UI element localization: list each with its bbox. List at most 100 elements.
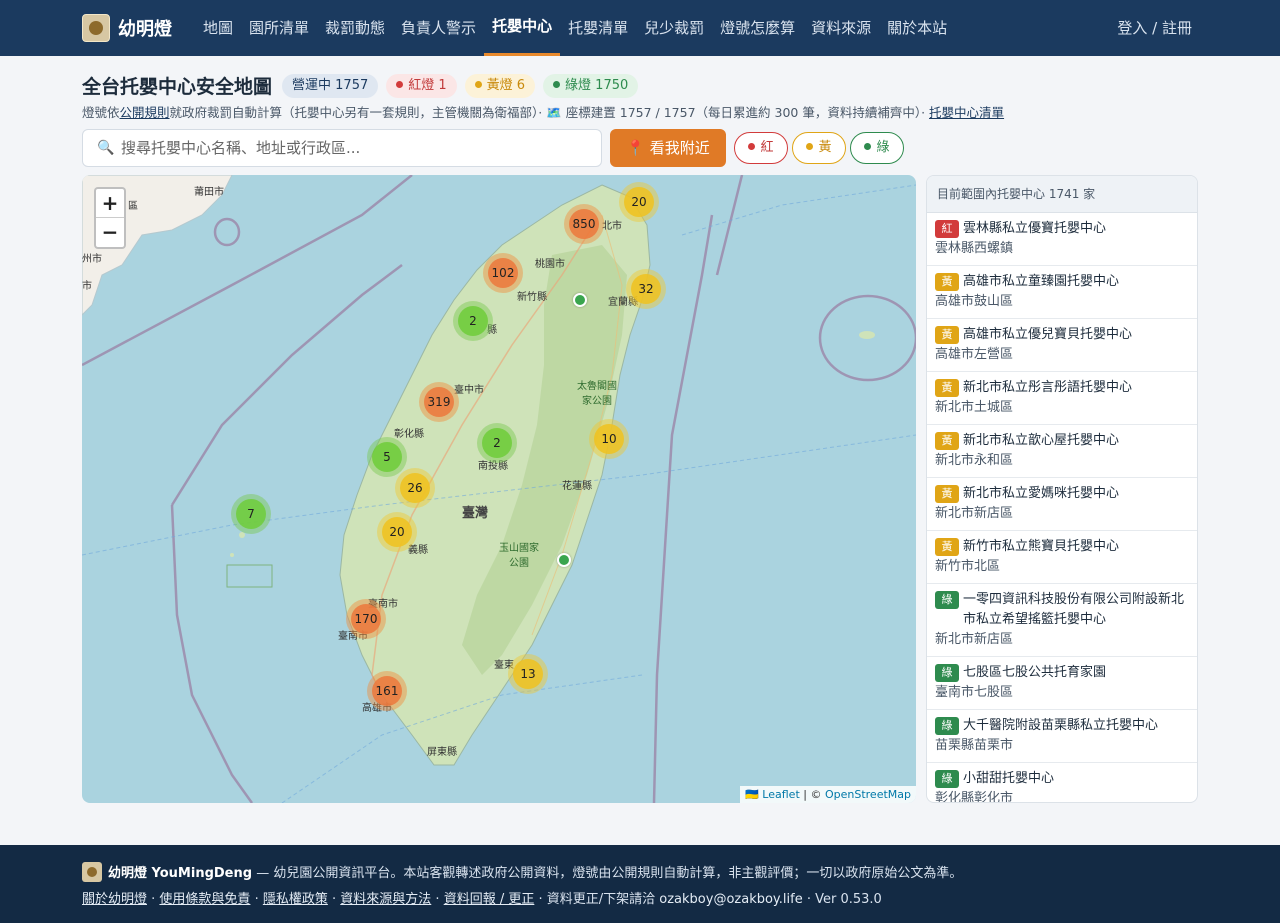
red-dot-icon	[396, 80, 404, 88]
nav-link-school-list[interactable]: 園所清單	[241, 0, 317, 56]
list-item-row: 黃新北市私立愛媽咪托嬰中心	[935, 484, 1189, 504]
light-badge: 黃	[935, 432, 959, 450]
list-item[interactable]: 黃高雄市私立優兒寶貝托嬰中心 高雄市左營區	[927, 319, 1197, 372]
map-cluster[interactable]: 7	[231, 494, 271, 534]
zoom-control: + −	[94, 187, 126, 249]
list-item[interactable]: 黃新北市私立彤言彤語托嬰中心 新北市土城區	[927, 372, 1197, 425]
map-cluster-count: 20	[624, 187, 654, 217]
list-item-row: 黃新竹市私立熊寶貝托嬰中心	[935, 537, 1189, 557]
subtitle-prefix: 燈號依	[82, 105, 120, 120]
search-input[interactable]	[121, 130, 591, 166]
map-cluster[interactable]: 319	[419, 382, 459, 422]
center-name: 高雄市私立童臻園托嬰中心	[963, 274, 1120, 289]
nav-link-daycare-list[interactable]: 托嬰清單	[560, 0, 636, 56]
map-cluster[interactable]: 20	[377, 512, 417, 552]
nav-link-owner-alerts[interactable]: 負責人警示	[393, 0, 484, 56]
list-item[interactable]: 黃新北市私立愛媽咪托嬰中心新北市新店區	[927, 478, 1197, 531]
footer-link-about[interactable]: 關於幼明燈	[82, 892, 147, 907]
map-cluster[interactable]: 850	[564, 204, 604, 244]
list-item-row: 綠小甜甜托嬰中心	[935, 769, 1189, 789]
nav-link-child-penalties[interactable]: 兒少裁罰	[636, 0, 712, 56]
nav-link-map[interactable]: 地圖	[195, 0, 241, 56]
list-item[interactable]: 綠大千醫院附設苗栗縣私立托嬰中心苗栗縣苗栗市	[927, 710, 1197, 763]
red-dot-icon	[748, 143, 756, 150]
center-name: 小甜甜托嬰中心	[963, 771, 1055, 786]
footer-logo	[82, 862, 102, 882]
map-view[interactable]: + − 莆田市 區 州市 市 北市 桃園市 新竹縣 宜蘭縣 縣 臺中市 彰化縣 …	[82, 175, 916, 803]
map-cluster[interactable]: 102	[483, 253, 523, 293]
center-area: 苗栗縣苗栗市	[935, 738, 1014, 753]
center-name: 新北市私立歆心屋托嬰中心	[963, 433, 1120, 448]
map-cluster[interactable]: 26	[395, 468, 435, 508]
footer-line-1: 幼明燈 YouMingDeng — 幼兒園公開資訊平台。本站客觀轉述政府公開資料…	[82, 862, 962, 882]
map-cluster-count: 20	[382, 517, 412, 547]
center-area: 新北市土城區	[935, 400, 1014, 415]
near-me-button[interactable]: 📍 看我附近	[610, 129, 726, 167]
list-item[interactable]: 綠一零四資訊科技股份有限公司附設新北市私立希望搖籃托嬰中心 新北市新店區	[927, 584, 1197, 657]
map-cluster[interactable]: 2	[477, 423, 517, 463]
footer-brand: 幼明燈 YouMingDeng	[108, 866, 253, 881]
map-cluster[interactable]: 10	[589, 419, 629, 459]
map-marker-green[interactable]	[557, 553, 571, 567]
map-cluster[interactable]: 2	[453, 301, 493, 341]
center-name: 七股區七股公共托育家園	[963, 665, 1107, 680]
map-cluster[interactable]: 32	[626, 269, 666, 309]
yellow-dot-icon	[474, 80, 482, 88]
list-item[interactable]: 綠七股區七股公共托育家園 臺南市七股區	[927, 657, 1197, 710]
brand-logo[interactable]	[82, 14, 110, 42]
leaflet-link[interactable]: 🇺🇦 Leaflet	[745, 788, 800, 801]
map-cluster[interactable]: 170	[346, 599, 386, 639]
list-item[interactable]: 黃新北市私立歆心屋托嬰中心新北市永和區	[927, 425, 1197, 478]
login-register-link[interactable]: 登入 / 註冊	[1117, 0, 1192, 56]
footer-link-terms[interactable]: 使用條款與免責	[159, 892, 250, 907]
center-area: 新北市永和區	[935, 453, 1014, 468]
nav-links: 地圖 園所清單 裁罰動態 負責人警示 托嬰中心 托嬰清單 兒少裁罰 燈號怎麼算 …	[195, 0, 955, 56]
openstreetmap-link[interactable]: OpenStreetMap	[825, 788, 911, 801]
footer-email-link[interactable]: ozakboy@ozakboy.life	[659, 892, 802, 907]
center-area: 新北市新店區	[935, 506, 1014, 521]
footer-tagline: — 幼兒園公開資訊平台。本站客觀轉述政府公開資料，燈號由公開規則自動計算，非主觀…	[252, 866, 963, 881]
filter-red-button[interactable]: 紅	[734, 132, 788, 164]
footer-link-methodology[interactable]: 資料來源與方法	[340, 892, 431, 907]
list-item[interactable]: 黃新竹市私立熊寶貝托嬰中心 新竹市北區	[927, 531, 1197, 584]
footer-link-privacy[interactable]: 隱私權政策	[263, 892, 328, 907]
filter-yellow-button[interactable]: 黃	[792, 132, 846, 164]
daycare-list-link[interactable]: 托嬰中心清單	[929, 105, 1004, 120]
map-cluster[interactable]: 13	[508, 654, 548, 694]
filter-green-button[interactable]: 綠	[850, 132, 904, 164]
zoom-in-button[interactable]: +	[96, 189, 124, 218]
list-item[interactable]: 紅雲林縣私立優寶托嬰中心 雲林縣西螺鎮	[927, 213, 1197, 266]
nav-link-light-rules[interactable]: 燈號怎麼算	[712, 0, 803, 56]
nav-link-data-sources[interactable]: 資料來源	[803, 0, 879, 56]
map-label-yushan: 玉山國家 公園	[499, 543, 539, 569]
map-marker-green[interactable]	[573, 293, 587, 307]
zoom-out-button[interactable]: −	[96, 218, 124, 247]
search-icon: 🔍	[97, 140, 115, 156]
center-name: 大千醫院附設苗栗縣私立托嬰中心	[963, 718, 1159, 733]
yellow-dot-icon	[806, 143, 814, 150]
light-badge: 黃	[935, 326, 959, 344]
list-item[interactable]: 黃高雄市私立童臻園托嬰中心 高雄市鼓山區	[927, 266, 1197, 319]
list-item[interactable]: 綠小甜甜托嬰中心 彰化縣彰化市	[927, 763, 1197, 802]
nav-link-about[interactable]: 關於本站	[879, 0, 955, 56]
footer-link-report[interactable]: 資料回報 / 更正	[444, 892, 535, 907]
map-label-zhou: 州市	[82, 254, 102, 265]
footer: 幼明燈 YouMingDeng — 幼兒園公開資訊平台。本站客觀轉述政府公開資料…	[0, 845, 1280, 923]
yellow-count-badge: 黃燈 6	[464, 73, 536, 98]
map-cluster-count: 161	[372, 676, 402, 706]
map-cluster[interactable]: 5	[367, 437, 407, 477]
nav-link-daycare-centers[interactable]: 托嬰中心	[484, 0, 561, 56]
map-cluster[interactable]: 20	[619, 182, 659, 222]
green-dot-icon	[553, 80, 561, 88]
map-label-hsinchu: 新竹縣	[517, 292, 547, 303]
map-attribution: 🇺🇦 Leaflet | © OpenStreetMap	[740, 786, 916, 803]
list-item-row: 綠大千醫院附設苗栗縣私立托嬰中心	[935, 716, 1189, 736]
map-label-qu: 區	[128, 201, 138, 212]
map-label-hualien: 花蓮縣	[562, 481, 592, 492]
public-rules-link[interactable]: 公開規則	[120, 105, 170, 120]
list-item-row: 綠七股區七股公共托育家園	[935, 663, 1189, 683]
light-badge: 紅	[935, 220, 959, 238]
brand-name[interactable]: 幼明燈	[118, 15, 172, 41]
map-cluster[interactable]: 161	[367, 671, 407, 711]
nav-link-penalties[interactable]: 裁罰動態	[317, 0, 393, 56]
